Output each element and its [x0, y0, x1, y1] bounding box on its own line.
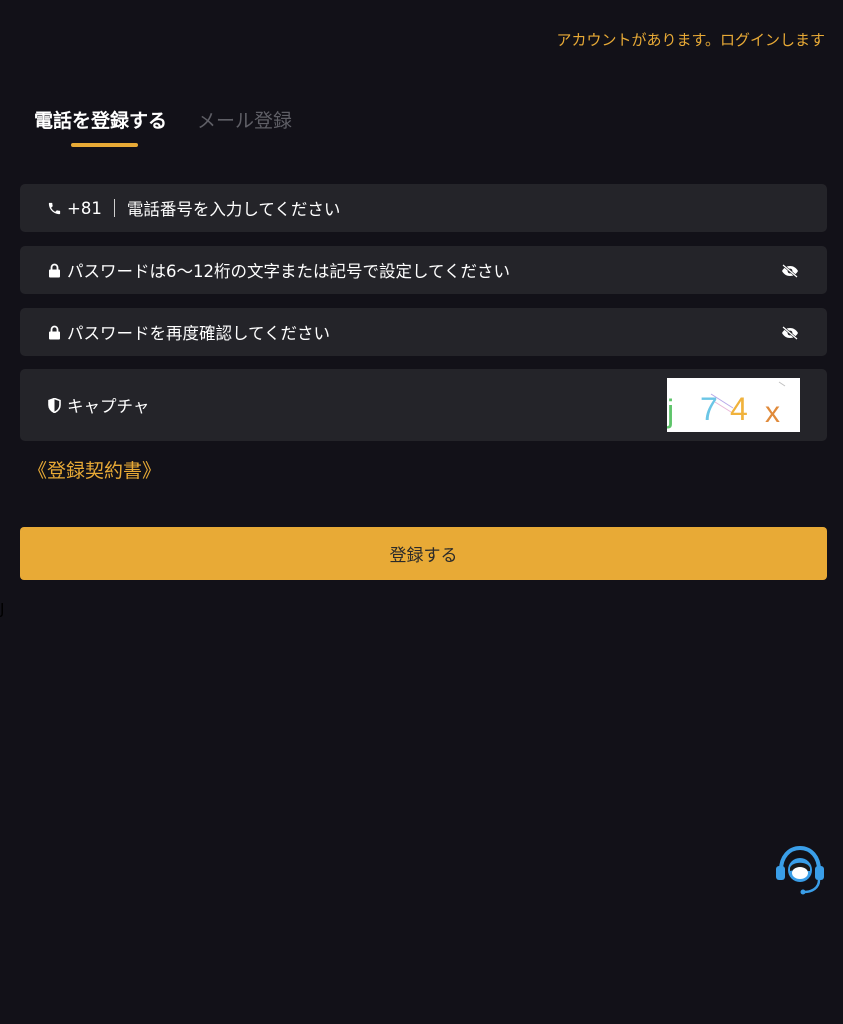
- customer-support-icon[interactable]: [772, 840, 828, 896]
- confirm-password-input-placeholder: パスワードを再度確認してください: [67, 324, 331, 343]
- stray-text: J: [0, 600, 5, 618]
- eye-off-icon[interactable]: [781, 263, 799, 278]
- country-code-selector[interactable]: +81: [67, 199, 102, 218]
- register-page: アカウントがあります。ログインします 電話を登録する メール登録 +81 電話番…: [0, 0, 843, 1024]
- captcha-image[interactable]: j 7 4 x: [666, 378, 800, 432]
- tab-email-register[interactable]: メール登録: [197, 106, 292, 147]
- divider: [113, 199, 115, 217]
- lock-icon: [46, 324, 62, 340]
- captcha-input-placeholder: キャプチャ: [67, 397, 150, 416]
- confirm-password-field[interactable]: パスワードを再度確認してください: [20, 308, 827, 356]
- tab-phone-register[interactable]: 電話を登録する: [34, 106, 167, 147]
- password-field[interactable]: パスワードは6〜12桁の文字または記号で設定してください: [20, 246, 827, 294]
- register-button[interactable]: 登録する: [20, 527, 827, 580]
- login-link[interactable]: アカウントがあります。ログインします: [556, 29, 825, 50]
- shield-icon: [46, 397, 62, 413]
- active-tab-indicator: [71, 143, 138, 147]
- agreement-link[interactable]: 《登録契約書》: [28, 456, 161, 483]
- lock-icon: [46, 262, 62, 278]
- captcha-noise-line: [778, 381, 786, 387]
- register-tabs: 電話を登録する メール登録: [34, 106, 292, 147]
- captcha-field[interactable]: キャプチャ j 7 4 x: [20, 369, 827, 441]
- captcha-char: j: [667, 393, 674, 429]
- phone-icon: [46, 200, 62, 216]
- captcha-char: 4: [730, 391, 748, 427]
- eye-off-icon[interactable]: [781, 325, 799, 340]
- captcha-char: x: [765, 396, 780, 429]
- phone-input-placeholder: 電話番号を入力してください: [126, 200, 341, 219]
- password-input-placeholder: パスワードは6〜12桁の文字または記号で設定してください: [67, 262, 511, 281]
- phone-field[interactable]: +81 電話番号を入力してください: [20, 184, 827, 232]
